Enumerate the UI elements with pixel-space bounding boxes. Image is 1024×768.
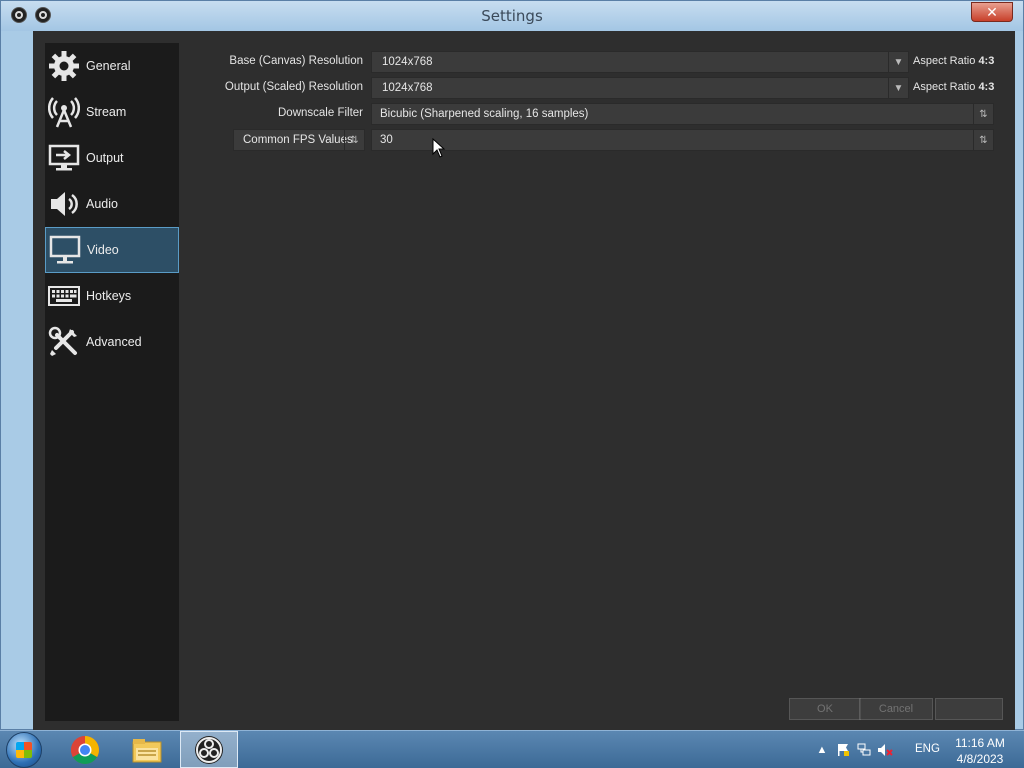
output-resolution-value: 1024x768 <box>382 82 433 94</box>
clock-date: 4/8/2023 <box>956 752 1004 766</box>
output-resolution-row: Output (Scaled) Resolution 1024x768 ▼ As… <box>33 77 1015 99</box>
aspect-ratio-prefix: Aspect Ratio <box>913 55 976 67</box>
aspect-ratio-value: 4:3 <box>978 81 995 93</box>
network-icon[interactable] <box>856 742 872 758</box>
sidebar-item-video[interactable]: Video <box>45 227 179 273</box>
spin-arrows-icon: ⇅ <box>973 104 993 124</box>
fps-value: 30 <box>380 134 393 146</box>
keyboard-icon <box>47 279 81 313</box>
spin-arrows-icon: ⇅ <box>344 130 364 150</box>
volume-muted-icon[interactable] <box>877 742 893 758</box>
system-tray: ▲ <box>814 739 893 761</box>
sidebar-item-audio[interactable]: Audio <box>45 181 179 227</box>
sidebar-item-label: Advanced <box>86 335 142 349</box>
downscale-filter-value: Bicubic (Sharpened scaling, 16 samples) <box>380 108 589 120</box>
taskbar-chrome[interactable] <box>56 731 114 768</box>
sidebar-item-label: Audio <box>86 197 118 211</box>
tools-icon <box>47 325 81 359</box>
output-resolution-combo[interactable]: 1024x768 ▼ <box>371 77 909 99</box>
action-center-flag-icon[interactable] <box>835 742 851 758</box>
taskbar-obs[interactable] <box>180 731 238 768</box>
sidebar-item-advanced[interactable]: Advanced <box>45 319 179 365</box>
settings-content: General Stream Output Audio Video Hotkey… <box>33 31 1015 731</box>
sidebar-item-label: Hotkeys <box>86 289 132 303</box>
fps-value-select[interactable]: 30 ⇅ <box>371 129 994 151</box>
title-bar[interactable]: Settings ✕ <box>1 1 1023 31</box>
base-resolution-label: Base (Canvas) Resolution <box>229 55 363 67</box>
taskbar: ▲ ENG 11:16 AM 4/8/2023 <box>0 730 1024 768</box>
chevron-down-icon[interactable]: ▼ <box>888 78 908 98</box>
apply-button[interactable] <box>935 698 1003 720</box>
downscale-filter-row: Downscale Filter Bicubic (Sharpened scal… <box>33 103 1015 125</box>
settings-dialog: Settings ✕ General Stream Output Audio V… <box>0 0 1024 731</box>
monitor-icon <box>48 233 82 267</box>
show-hidden-icons-icon[interactable]: ▲ <box>814 742 830 758</box>
base-aspect-ratio: Aspect Ratio 4:3 <box>913 55 994 67</box>
aspect-ratio-value: 4:3 <box>978 55 995 67</box>
obs-icon <box>195 735 223 764</box>
fps-type-select[interactable]: Common FPS Values ⇅ <box>233 129 365 151</box>
close-icon: ✕ <box>986 4 998 20</box>
sidebar-item-hotkeys[interactable]: Hotkeys <box>45 273 179 319</box>
file-explorer-icon <box>132 738 162 762</box>
window-title: Settings <box>481 7 543 25</box>
aspect-ratio-prefix: Aspect Ratio <box>913 81 976 93</box>
spin-arrows-icon: ⇅ <box>973 130 993 150</box>
fps-row: Common FPS Values ⇅ 30 ⇅ <box>33 129 1015 151</box>
chevron-down-icon[interactable]: ▼ <box>888 52 908 72</box>
downscale-filter-select[interactable]: Bicubic (Sharpened scaling, 16 samples) … <box>371 103 994 125</box>
taskbar-file-explorer[interactable] <box>118 731 176 768</box>
base-resolution-value: 1024x768 <box>382 56 433 68</box>
chrome-icon <box>71 735 99 764</box>
fps-type-value: Common FPS Values <box>243 134 353 146</box>
base-resolution-combo[interactable]: 1024x768 ▼ <box>371 51 909 73</box>
output-aspect-ratio: Aspect Ratio 4:3 <box>913 81 994 93</box>
base-resolution-row: Base (Canvas) Resolution 1024x768 ▼ Aspe… <box>33 51 1015 73</box>
clock-time: 11:16 AM <box>955 736 1005 750</box>
sidebar-item-label: Video <box>87 243 119 257</box>
cancel-button[interactable]: Cancel <box>859 698 933 720</box>
speaker-icon <box>47 187 81 221</box>
downscale-filter-label: Downscale Filter <box>278 107 363 119</box>
language-indicator[interactable]: ENG <box>915 743 940 755</box>
sidebar-item-label: Output <box>86 151 124 165</box>
output-resolution-label: Output (Scaled) Resolution <box>224 81 363 93</box>
close-button[interactable]: ✕ <box>971 2 1013 22</box>
start-button[interactable] <box>6 732 42 768</box>
clock[interactable]: 11:16 AM 4/8/2023 <box>950 735 1010 767</box>
ok-button[interactable]: OK <box>789 698 861 720</box>
